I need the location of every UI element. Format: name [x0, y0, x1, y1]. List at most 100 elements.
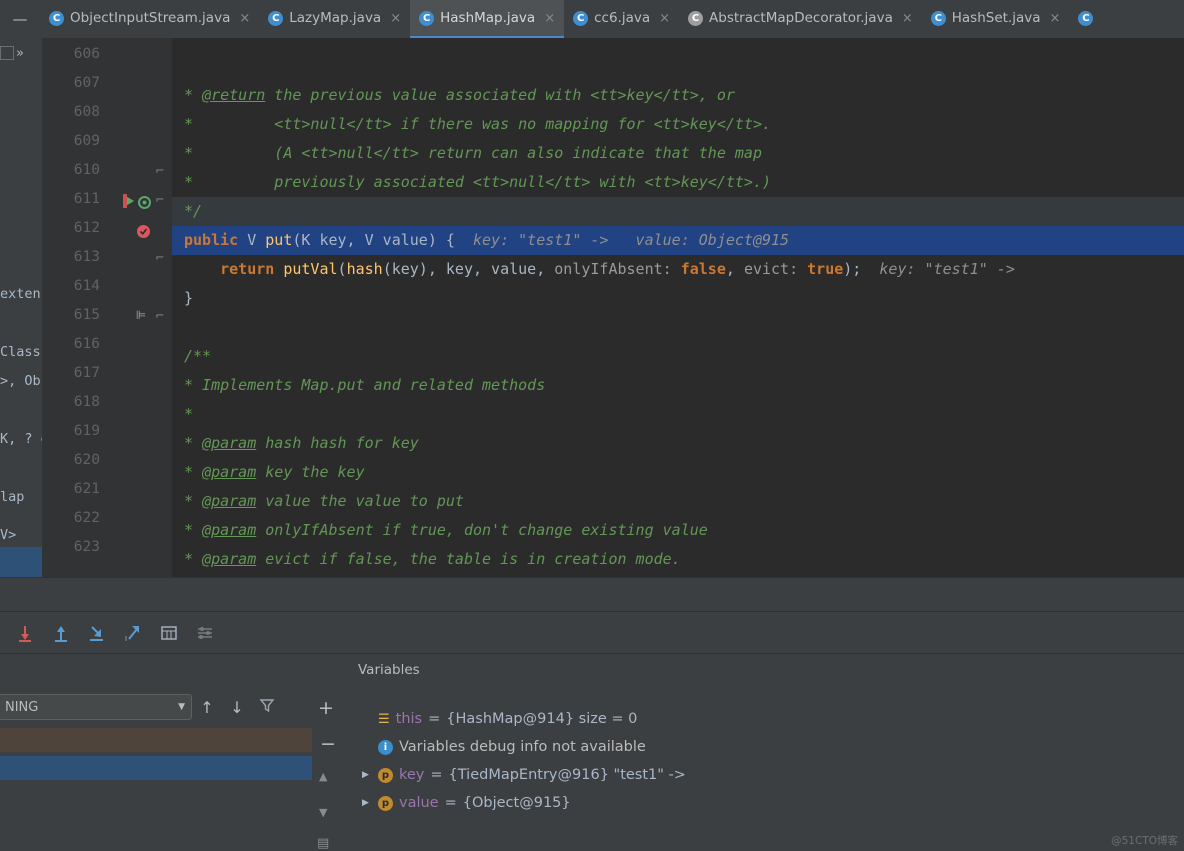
tool-window-icon[interactable] — [0, 46, 14, 60]
remove-watch-button[interactable]: − — [320, 733, 336, 755]
close-icon[interactable]: × — [390, 11, 401, 26]
chevron-down-icon[interactable]: ▼ — [178, 702, 185, 712]
java-class-icon: C — [930, 10, 946, 26]
variable-equals: = — [428, 711, 441, 727]
tab-cc6[interactable]: C cc6.java × — [564, 0, 679, 38]
expander-icon[interactable]: ▶ — [362, 770, 372, 780]
frame-down-button[interactable]: ↓ — [222, 698, 252, 717]
variable-row-key[interactable]: ▶ p key = {TiedMapEntry@916} "test1" -> — [346, 761, 686, 789]
line-number: 612 — [73, 220, 100, 236]
line-number: 615 — [73, 307, 100, 323]
code-line-615: /** — [184, 347, 212, 365]
code-line-606: * @return the previous value associated … — [184, 86, 735, 104]
java-class-icon: C — [419, 10, 435, 26]
line-number: 611 — [73, 191, 100, 207]
filter-icon[interactable] — [252, 697, 282, 717]
minimize-button[interactable]: — — [0, 0, 40, 38]
variable-value: {HashMap@914} size = 0 — [446, 711, 638, 727]
code-line-607: * <tt>null</tt> if there was no mapping … — [184, 115, 771, 133]
frames-list[interactable] — [0, 728, 312, 851]
close-icon[interactable]: × — [659, 11, 670, 26]
code-fold-icon[interactable]: ⌐ — [154, 251, 166, 264]
java-class-icon: C — [1078, 10, 1094, 26]
code-line-619: * @param key the key — [184, 463, 365, 481]
settings-lines-icon[interactable] — [194, 622, 216, 644]
code-fold-icon[interactable]: ⌐ — [154, 164, 166, 177]
code-fold-icon[interactable]: ⌐ — [154, 309, 166, 322]
structure-strip[interactable]: » exten Class >, Ob K, ? e lap V> t Abs — [0, 38, 42, 578]
frame-row-3[interactable] — [0, 812, 312, 836]
variable-value: {TiedMapEntry@916} "test1" -> — [448, 767, 686, 783]
add-watch-button[interactable]: + — [318, 697, 334, 719]
close-icon[interactable]: × — [1050, 11, 1061, 26]
debug-tab-band — [0, 578, 1184, 612]
variable-info-message: Variables debug info not available — [399, 739, 646, 755]
code-line-622: * @param evict if false, the table is in… — [184, 550, 681, 568]
parameter-icon: p — [378, 767, 393, 783]
tab-lazymap[interactable]: C LazyMap.java × — [259, 0, 410, 38]
close-icon[interactable]: × — [544, 11, 555, 26]
variable-row-value[interactable]: ▶ p value = {Object@915} — [346, 789, 571, 817]
line-number: 622 — [73, 510, 100, 526]
code-line-610: */ — [184, 202, 203, 220]
line-number: 619 — [73, 423, 100, 439]
frame-up-button[interactable]: ↑ — [192, 698, 222, 717]
tab-abstractmapdecorator[interactable]: C AbstractMapDecorator.java × — [679, 0, 922, 38]
expander-icon[interactable]: ▶ — [362, 798, 372, 808]
code-line-611: public V put(K key, V value) { key: "tes… — [184, 231, 790, 249]
frame-row-1[interactable] — [0, 756, 312, 780]
step-into-icon[interactable] — [50, 622, 72, 644]
line-number: 623 — [73, 539, 100, 555]
scroll-up-icon[interactable]: ▲ — [319, 770, 327, 783]
editor-gutter[interactable]: 606 607 608 609 610 611 612 613 614 615 … — [42, 38, 172, 578]
variables-list[interactable]: ☰ this = {HashMap@914} size = 0 i Variab… — [346, 692, 1184, 851]
frames-panel: mpl (sun.reflect) — [0, 654, 312, 851]
scroll-down-icon[interactable]: ▼ — [319, 806, 327, 819]
code-editor[interactable]: * @return the previous value associated … — [172, 38, 1184, 578]
tab-label: AbstractMapDecorator.java — [709, 10, 893, 26]
run-method-icon[interactable] — [123, 193, 135, 208]
variable-equals: = — [430, 767, 443, 783]
frame-row-0[interactable] — [0, 728, 312, 752]
tab-hashmap[interactable]: C HashMap.java × — [410, 0, 565, 38]
line-number: 608 — [73, 104, 100, 120]
force-step-into-icon[interactable] — [86, 622, 108, 644]
debug-panels: mpl (sun.reflect) Variables ☰ this = {Ha… — [0, 654, 1184, 851]
variables-panel: Variables ☰ this = {HashMap@914} size = … — [346, 654, 1184, 851]
tab-hashset[interactable]: C HashSet.java × — [922, 0, 1070, 38]
variable-name: value — [399, 795, 439, 811]
editor-area: » exten Class >, Ob K, ? e lap V> t Abs … — [0, 38, 1184, 578]
info-icon: i — [378, 739, 393, 755]
structure-item-1: Class — [0, 344, 41, 360]
thread-selector-row: NING ▼ ↑ ↓ — [0, 692, 312, 722]
tab-overflow[interactable]: C — [1069, 0, 1102, 38]
expand-icon[interactable]: » — [16, 46, 24, 61]
step-out-icon[interactable]: I — [122, 622, 144, 644]
watermark: @51CTO博客 — [1111, 835, 1178, 847]
step-over-icon[interactable] — [14, 622, 36, 644]
breakpoint-icon[interactable] — [136, 224, 151, 243]
thread-selector[interactable]: NING ▼ — [0, 694, 192, 720]
structure-strip-header: » — [0, 38, 42, 68]
this-icon: ☰ — [378, 711, 390, 727]
close-icon[interactable]: × — [902, 11, 913, 26]
frames-menu-icon[interactable]: ▤ — [317, 836, 329, 851]
variable-row-info: i Variables debug info not available — [346, 733, 646, 761]
code-fold-icon[interactable]: ⌐ — [154, 193, 166, 206]
code-line-617: * — [184, 405, 194, 423]
line-number: 609 — [73, 133, 100, 149]
frame-row-2[interactable] — [0, 784, 312, 808]
variable-row-this[interactable]: ☰ this = {HashMap@914} size = 0 — [346, 705, 637, 733]
implementation-marker-icon[interactable]: ⊫ — [134, 308, 148, 322]
line-number: 613 — [73, 249, 100, 265]
code-line-616: * Implements Map.put and related methods — [184, 376, 546, 394]
structure-item-2: >, Ob — [0, 373, 41, 389]
close-icon[interactable]: × — [239, 11, 250, 26]
ide-window: — C ObjectInputStream.java × C LazyMap.j… — [0, 0, 1184, 851]
tab-objectinputstream[interactable]: C ObjectInputStream.java × — [40, 0, 259, 38]
structure-strip-selection — [0, 547, 42, 578]
executing-line-highlight — [172, 197, 1184, 226]
override-method-icon[interactable] — [138, 194, 151, 213]
code-line-618: * @param hash hash for key — [184, 434, 419, 452]
evaluate-expression-icon[interactable] — [158, 622, 180, 644]
